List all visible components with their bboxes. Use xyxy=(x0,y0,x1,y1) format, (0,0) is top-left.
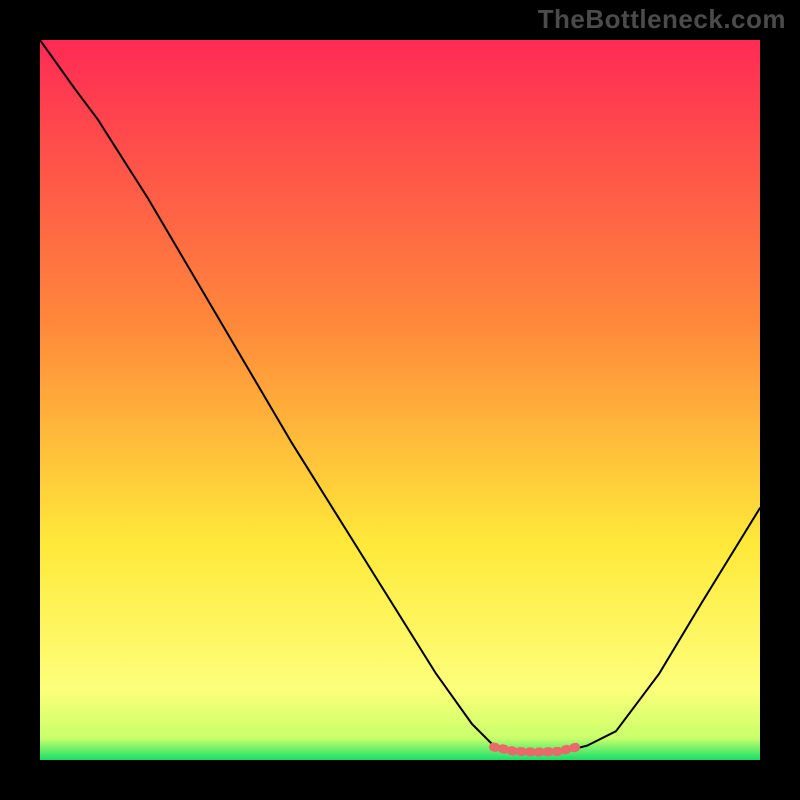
chart-frame: TheBottleneck.com xyxy=(0,0,800,800)
plot-area xyxy=(40,40,760,760)
gradient-background xyxy=(40,40,760,760)
watermark-label: TheBottleneck.com xyxy=(538,4,786,35)
bottleneck-chart xyxy=(40,40,760,760)
